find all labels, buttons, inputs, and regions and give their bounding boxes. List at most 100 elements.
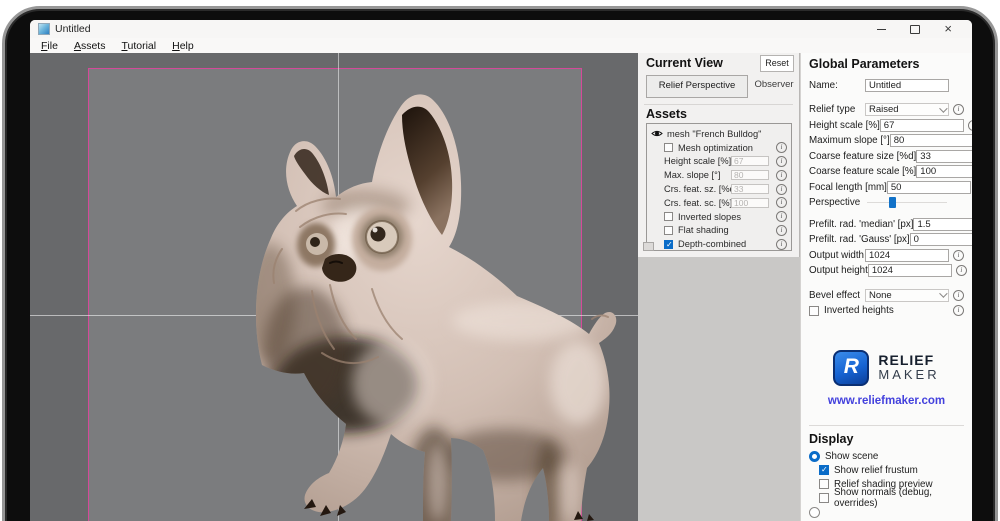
- name-input[interactable]: [865, 78, 949, 92]
- inverted-heights-checkbox[interactable]: [809, 305, 819, 316]
- bevel-effect-dropdown[interactable]: None: [865, 288, 949, 302]
- show-relief-frustum-checkbox[interactable]: [819, 465, 829, 476]
- menu-file[interactable]: File: [34, 40, 65, 52]
- perspective-slider[interactable]: [865, 196, 949, 209]
- section-divider: [644, 104, 793, 105]
- info-icon[interactable]: i: [776, 224, 787, 236]
- checkbox-label: Flat shading: [678, 225, 729, 236]
- info-icon[interactable]: i: [776, 197, 787, 209]
- depth-combined-checkbox[interactable]: [664, 239, 673, 249]
- info-icon[interactable]: i: [776, 211, 787, 223]
- current-view-assets-card: Current View Reset Relief Perspective Ob…: [638, 53, 800, 257]
- coarse-feature-size-input[interactable]: [731, 184, 769, 195]
- menu-help[interactable]: Help: [165, 40, 201, 52]
- coarse-feature-size-input[interactable]: [916, 149, 972, 163]
- prefilter-gauss-input[interactable]: [909, 233, 972, 246]
- eye-visibility-icon[interactable]: [651, 129, 663, 138]
- info-icon[interactable]: i: [953, 289, 964, 301]
- prefilter-median-row: Prefilt. rad. 'median' [px] i: [809, 217, 972, 231]
- viewport-3d[interactable]: [30, 53, 638, 521]
- chevron-down-icon: [939, 103, 948, 113]
- mesh-item[interactable]: mesh "French Bulldog": [651, 127, 787, 141]
- info-icon[interactable]: i: [776, 155, 787, 167]
- prefilter-gauss-row: Prefilt. rad. 'Gauss' [px] i: [809, 233, 972, 247]
- reset-button[interactable]: Reset: [760, 55, 794, 72]
- show-normals-row: Show normals (debug, overrides): [819, 487, 964, 509]
- window-controls: ×: [877, 22, 964, 35]
- flat-shading-checkbox[interactable]: [664, 225, 673, 235]
- height-scale-row: Height scale [%] i: [809, 118, 972, 132]
- brand-wordmark: RELIEF MAKER: [878, 353, 939, 382]
- info-icon[interactable]: i: [955, 265, 967, 276]
- coarse-feature-size-row: Coarse feature size [%d] i: [809, 149, 972, 163]
- output-height-row: Output height i: [809, 264, 967, 278]
- section-divider: [809, 424, 964, 426]
- coarse-feature-scale-input[interactable]: [731, 197, 769, 208]
- maximum-slope-input[interactable]: [889, 134, 972, 147]
- maximize-icon[interactable]: [910, 24, 921, 34]
- focal-length-input[interactable]: [886, 180, 971, 194]
- resize-grip[interactable]: [643, 242, 654, 251]
- output-width-input[interactable]: [865, 248, 949, 262]
- inverted-heights-row: Inverted heights i: [809, 304, 964, 318]
- logo-letter: R: [843, 354, 859, 378]
- observer-button[interactable]: Observer: [752, 75, 796, 96]
- field-label: Output height: [809, 265, 868, 276]
- display-heading: Display: [809, 431, 854, 446]
- checkbox-label: Depth-combined: [678, 239, 747, 250]
- info-icon[interactable]: i: [776, 169, 787, 181]
- checkbox-label: Show normals (debug, overrides): [834, 487, 933, 510]
- brand-line1: RELIEF: [878, 352, 935, 368]
- menu-assets[interactable]: Assets: [67, 40, 113, 52]
- relief-perspective-button[interactable]: Relief Perspective: [646, 75, 748, 98]
- current-view-heading: Current View: [646, 56, 723, 70]
- perspective-row: Perspective i: [809, 196, 964, 210]
- global-parameters-panel: Global Parameters Name: i Relief type Ra…: [800, 53, 972, 521]
- menu-tutorial[interactable]: Tutorial: [114, 40, 163, 52]
- show-relief-frustum-row: Show relief frustum: [819, 464, 964, 478]
- reliefmaker-url-link[interactable]: www.reliefmaker.com: [809, 395, 964, 407]
- info-icon[interactable]: i: [776, 183, 787, 195]
- output-height-input[interactable]: [867, 264, 952, 277]
- info-icon[interactable]: i: [953, 305, 964, 316]
- info-icon[interactable]: i: [967, 119, 972, 131]
- field-label: Coarse feature size [%d]: [809, 150, 917, 162]
- coarse-feature-scale-input[interactable]: [916, 165, 972, 178]
- sidebar-panel: Current View Reset Relief Perspective Ob…: [638, 53, 800, 521]
- show-normals-checkbox[interactable]: [819, 493, 829, 504]
- slider-handle[interactable]: [888, 197, 896, 208]
- assets-heading: Assets: [646, 107, 687, 121]
- info-icon[interactable]: i: [776, 238, 787, 250]
- info-icon[interactable]: i: [953, 104, 964, 115]
- app-icon: [38, 23, 50, 35]
- field-label: Prefilt. rad. 'Gauss' [px]: [809, 234, 910, 245]
- prefilter-median-input[interactable]: [913, 217, 972, 231]
- asset-field-row: Crs. feat. sz. [%d] i: [664, 182, 787, 196]
- main-content: Current View Reset Relief Perspective Ob…: [30, 53, 972, 521]
- mesh-optimization-checkbox[interactable]: [664, 143, 673, 153]
- clipped-radio[interactable]: [809, 506, 820, 518]
- focal-length-row: Focal length [mm] i: [809, 180, 971, 194]
- minimize-icon[interactable]: [877, 28, 887, 30]
- relief-type-dropdown[interactable]: Raised: [865, 103, 949, 116]
- selected-value: Raised: [869, 104, 899, 115]
- relief-shading-preview-checkbox[interactable]: [819, 479, 829, 490]
- asset-field-row: Height scale [%] i: [664, 155, 787, 169]
- depth-combined-row: Depth-combined i: [664, 237, 787, 251]
- close-icon[interactable]: ×: [944, 22, 952, 35]
- name-label: Name:: [809, 79, 838, 91]
- max-slope-input[interactable]: [731, 170, 769, 181]
- coarse-feature-scale-row: Coarse feature scale [%] i: [809, 165, 972, 179]
- checkbox-label: Show relief frustum: [834, 464, 918, 476]
- field-label: Height scale [%]: [664, 156, 731, 167]
- info-icon[interactable]: i: [776, 142, 787, 154]
- height-scale-input[interactable]: [879, 118, 964, 132]
- chevron-down-icon: [939, 289, 948, 298]
- checkbox-label: Inverted heights: [824, 305, 894, 316]
- info-icon[interactable]: i: [953, 249, 964, 261]
- show-scene-radio[interactable]: [809, 450, 820, 462]
- field-label: Coarse feature scale [%]: [809, 166, 917, 177]
- height-scale-input[interactable]: [731, 156, 769, 167]
- inverted-slopes-checkbox[interactable]: [664, 212, 673, 222]
- mesh-name: mesh "French Bulldog": [667, 128, 762, 139]
